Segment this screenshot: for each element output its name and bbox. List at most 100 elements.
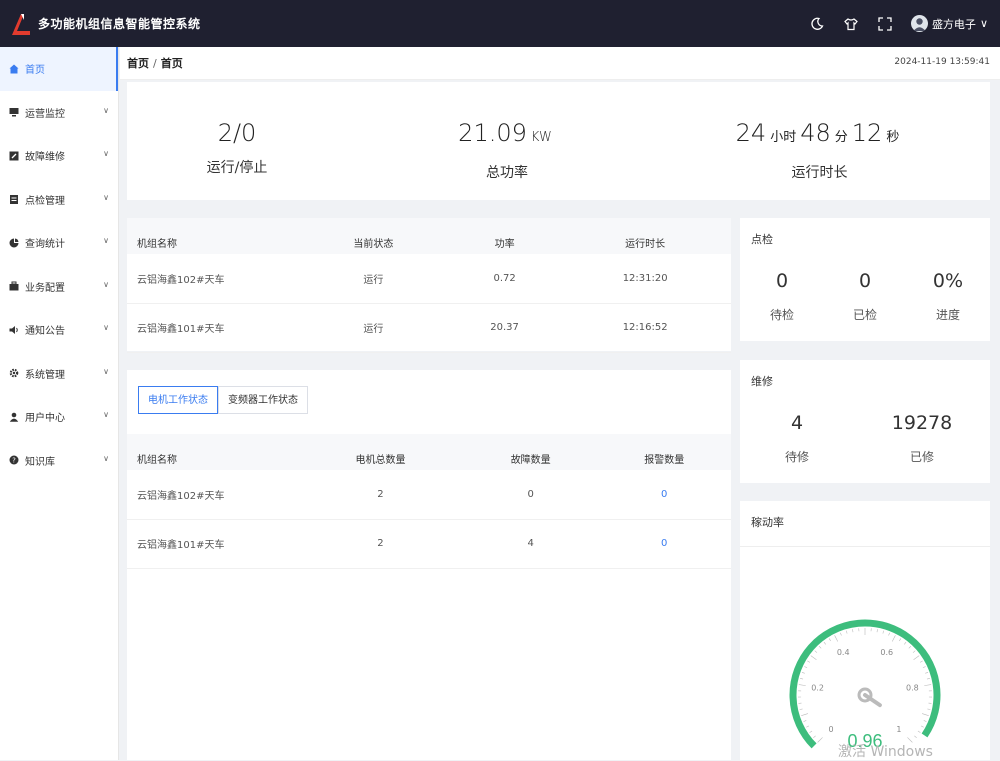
- theme-toggle-icon[interactable]: [809, 16, 825, 32]
- gauge-tick: [925, 672, 928, 673]
- gauge-tick-label: 0.6: [880, 648, 893, 657]
- sidebar-item-notice[interactable]: 通知公告 ∨: [0, 308, 118, 352]
- user-icon: [9, 412, 19, 422]
- power-unit: KW: [531, 130, 552, 145]
- panel-title: 点检: [751, 231, 773, 247]
- clipboard-icon: [9, 194, 19, 204]
- sidebar-item-user-center[interactable]: 用户中心 ∨: [0, 395, 118, 439]
- home-icon: [9, 64, 19, 74]
- table-cell: 云铝海鑫101#天车: [127, 519, 297, 568]
- unit-status-table: 机组名称 当前状态 功率 运行时长 云铝海鑫102#天车 运行 0.72 12:…: [127, 218, 731, 353]
- pie-icon: [9, 238, 19, 248]
- alarm-count-link[interactable]: 0: [597, 519, 731, 568]
- gauge-tick: [807, 661, 810, 663]
- gauge-tick: [899, 638, 901, 641]
- sidebar-item-home[interactable]: 首页: [0, 47, 118, 91]
- gauge-tick: [799, 685, 806, 686]
- gauge-tick: [815, 651, 817, 653]
- pending-inspection: 0 待检: [742, 270, 822, 323]
- column-header: 运行时长: [559, 218, 731, 254]
- done-inspection: 0 已检: [825, 270, 905, 323]
- help-icon: ?: [9, 455, 19, 465]
- sidebar-item-config[interactable]: 业务配置 ∨: [0, 265, 118, 309]
- breadcrumb: 首页/首页: [127, 55, 183, 71]
- sidebar-item-knowledge[interactable]: ? 知识库 ∨: [0, 439, 118, 483]
- alarm-count-link[interactable]: 0: [597, 470, 731, 519]
- table-row[interactable]: 云铝海鑫102#天车 2 0 0: [127, 470, 731, 519]
- gauge-tick: [920, 661, 923, 663]
- tab-motor-status[interactable]: 电机工作状态: [138, 386, 218, 414]
- gauge-tick: [800, 678, 803, 679]
- monitor-icon: [9, 107, 19, 117]
- gauge-tick: [883, 631, 884, 634]
- table-row[interactable]: 云铝海鑫101#天车 运行 20.37 12:16:52: [127, 303, 731, 352]
- run-stop-value: 2/0: [187, 117, 287, 149]
- sidebar: 首页 运营监控 ∨ 故障维修 ∨ 点检管理 ∨ 查询统计 ∨ 业务配置 ∨ 通知…: [0, 47, 119, 760]
- gauge-tick: [852, 629, 853, 632]
- runtime-hours-unit: 小时: [770, 130, 796, 145]
- sidebar-item-inspection[interactable]: 点检管理 ∨: [0, 178, 118, 222]
- gauge-tick: [924, 720, 927, 721]
- gauge-tick: [846, 631, 847, 634]
- sidebar-item-statistics[interactable]: 查询统计 ∨: [0, 221, 118, 265]
- table-row[interactable]: 云铝海鑫102#天车 运行 0.72 12:31:20: [127, 254, 731, 303]
- sidebar-item-label: 知识库: [25, 453, 55, 468]
- gauge-tick-label: 0: [829, 725, 834, 734]
- metric-value: 0: [825, 270, 905, 292]
- run-stop-label: 运行/停止: [187, 157, 287, 177]
- chevron-down-icon: ∨: [103, 106, 109, 115]
- chevron-down-icon: ∨: [103, 323, 109, 332]
- column-header: 电机总数量: [297, 434, 464, 470]
- sidebar-item-system[interactable]: 系统管理 ∨: [0, 352, 118, 396]
- gauge-tick: [800, 709, 803, 710]
- chevron-down-icon: ∨: [103, 454, 109, 463]
- tab-inverter-status[interactable]: 变频器工作状态: [218, 386, 308, 414]
- skin-icon[interactable]: [843, 16, 859, 32]
- runtime-seconds-unit: 秒: [886, 130, 899, 145]
- gauge-tick: [806, 726, 809, 727]
- gauge-tick: [801, 714, 808, 716]
- avatar: [911, 15, 928, 32]
- status-tabs: 电机工作状态 变频器工作状态: [138, 386, 308, 414]
- sidebar-item-label: 故障维修: [25, 148, 65, 163]
- gauge-tick: [923, 666, 926, 667]
- gauge-tick: [918, 731, 920, 733]
- table-header-row: 机组名称 电机总数量 故障数量 报警数量: [127, 434, 731, 470]
- sidebar-item-monitoring[interactable]: 运营监控 ∨: [0, 91, 118, 135]
- breadcrumb-item[interactable]: 首页: [127, 57, 149, 70]
- runtime-minutes: 48: [800, 119, 831, 147]
- column-header: 功率: [450, 218, 559, 254]
- metric-label: 进度: [908, 306, 988, 323]
- speaker-icon: [9, 325, 19, 335]
- app-title: 多功能机组信息智能管控系统: [38, 15, 201, 32]
- gauge-tick: [904, 642, 906, 644]
- sidebar-item-repair[interactable]: 故障维修 ∨: [0, 134, 118, 178]
- table-header-row: 机组名称 当前状态 功率 运行时长: [127, 218, 731, 254]
- sidebar-item-label: 首页: [25, 61, 45, 76]
- sidebar-item-label: 通知公告: [25, 322, 65, 337]
- fullscreen-icon[interactable]: [877, 16, 893, 32]
- column-header: 机组名称: [127, 434, 297, 470]
- work-status-card: 电机工作状态 变频器工作状态 机组名称 电机总数量 故障数量 报警数量 云铝海鑫…: [127, 370, 731, 760]
- chevron-down-icon: ∨: [103, 193, 109, 202]
- table-cell: 20.37: [450, 303, 559, 352]
- user-menu[interactable]: 盛方电子 ∨: [911, 15, 988, 32]
- pending-repair: 4 待修: [757, 412, 837, 465]
- table-cell: 12:16:52: [559, 303, 731, 352]
- column-header: 报警数量: [597, 434, 731, 470]
- gauge-tick: [810, 731, 812, 733]
- table-cell: 0: [464, 470, 598, 519]
- sidebar-item-label: 系统管理: [25, 366, 65, 381]
- inspection-progress: 0% 进度: [908, 270, 988, 323]
- gauge-tick-label: 1: [896, 725, 901, 734]
- table-cell: 12:31:20: [559, 254, 731, 303]
- gauge-ticks: 00.20.40.60.81: [798, 628, 932, 742]
- runtime-minutes-unit: 分: [835, 130, 848, 145]
- metric-value: 19278: [882, 412, 962, 434]
- gauge-tick: [913, 651, 915, 653]
- metric-label: 待检: [742, 306, 822, 323]
- table-cell: 2: [297, 470, 464, 519]
- runtime-seconds: 12: [852, 119, 883, 147]
- table-row[interactable]: 云铝海鑫101#天车 2 4 0: [127, 519, 731, 568]
- gauge-tick: [877, 629, 878, 632]
